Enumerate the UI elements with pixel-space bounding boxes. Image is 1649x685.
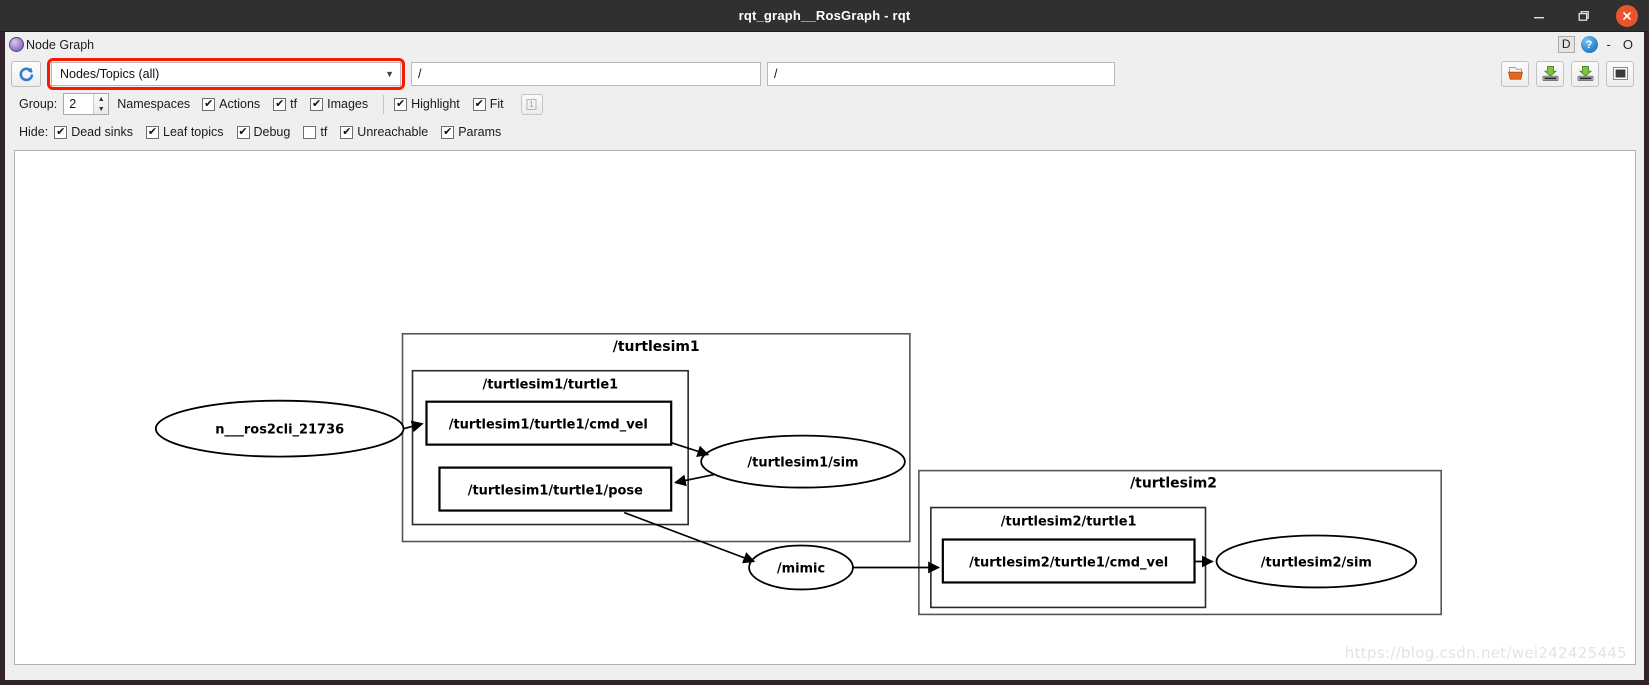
graph-mode-combobox[interactable]: Nodes/Topics (all) ▼ xyxy=(51,61,401,86)
cluster-turtlesim1-turtle1-label: /turtlesim1/turtle1 xyxy=(482,378,618,393)
checkbox-leaf-topics-box[interactable] xyxy=(146,125,160,139)
window-title: rqt_graph__RosGraph - rqt xyxy=(738,8,911,23)
hide-label: Hide: xyxy=(19,125,49,139)
checkbox-params[interactable]: Params xyxy=(441,125,501,139)
edge-sim1-to-pose1 xyxy=(674,473,715,487)
topic-filter-input[interactable]: / xyxy=(411,61,761,86)
toolbar-row-hide: Hide: Dead sinks Leaf topics Debug tf Un… xyxy=(11,118,1638,146)
checkbox-highlight[interactable]: Highlight xyxy=(394,97,460,111)
zoom-one-to-one-icon: 1 xyxy=(526,98,537,110)
zoom-one-to-one-button[interactable]: 1 xyxy=(520,93,543,115)
dock-float-button[interactable]: O xyxy=(1620,37,1636,52)
topic-turtlesim1-cmd-vel-label: /turtlesim1/turtle1/cmd_vel xyxy=(449,418,648,433)
topic-turtlesim1-pose-label: /turtlesim1/turtle1/pose xyxy=(468,484,643,499)
checkbox-actions[interactable]: Actions xyxy=(202,97,260,111)
toolbar-row-filters: Nodes/Topics (all) ▼ / / xyxy=(11,57,1638,90)
chevron-down-icon: ▼ xyxy=(385,68,394,79)
checkbox-leaf-topics-label: Leaf topics xyxy=(163,125,224,139)
checkbox-images-box[interactable] xyxy=(310,97,324,111)
fit-in-view-button[interactable] xyxy=(1606,60,1634,87)
checkbox-unreachable[interactable]: Unreachable xyxy=(340,125,428,139)
checkbox-tf-hide[interactable]: tf xyxy=(303,125,327,139)
node-filter-input[interactable]: / xyxy=(767,61,1115,86)
graph-mode-value: Nodes/Topics (all) xyxy=(60,66,160,81)
load-dot-button[interactable] xyxy=(1501,60,1529,87)
checkbox-fit-label: Fit xyxy=(489,97,504,111)
toolbar: Nodes/Topics (all) ▼ / / Group: 2 ▲ ▼ Na… xyxy=(5,57,1644,146)
window-title-bar: rqt_graph__RosGraph - rqt xyxy=(0,0,1649,32)
checkbox-dead-sinks[interactable]: Dead sinks xyxy=(54,125,133,139)
node-turtlesim2-sim-label: /turtlesim2/sim xyxy=(1261,555,1372,570)
node-turtlesim1-sim-label: /turtlesim1/sim xyxy=(747,456,858,471)
watermark-text: https://blog.csdn.net/wei242425445 xyxy=(1344,644,1627,662)
dock-title-label: Node Graph xyxy=(26,37,95,52)
dock-widget-header: Node Graph D ? - O xyxy=(5,32,1644,57)
group-label: Group: xyxy=(19,97,58,111)
ros-graph-svg: /turtlesim1 /turtlesim1/turtle1 /turtles… xyxy=(154,332,1443,616)
svg-text:1: 1 xyxy=(529,100,534,109)
graph-mode-highlight-box: Nodes/Topics (all) ▼ xyxy=(47,57,405,90)
checkbox-actions-label: Actions xyxy=(219,97,261,111)
namespaces-label: Namespaces xyxy=(117,97,191,111)
node-mimic-label: /mimic xyxy=(777,561,825,576)
application-body: Node Graph D ? - O Nodes/Topics (all) ▼ xyxy=(0,32,1649,685)
toolbar-separator xyxy=(383,94,385,114)
checkbox-actions-box[interactable] xyxy=(202,97,216,111)
dock-minimize-button[interactable]: - xyxy=(1604,37,1614,52)
checkbox-unreachable-box[interactable] xyxy=(340,125,354,139)
checkbox-highlight-label: Highlight xyxy=(411,97,460,111)
save-image-button[interactable] xyxy=(1571,60,1599,87)
cluster-turtlesim1-label: /turtlesim1 xyxy=(613,339,700,355)
cluster-turtlesim2-label: /turtlesim2 xyxy=(1130,476,1217,492)
checkbox-debug-box[interactable] xyxy=(236,125,250,139)
checkbox-tf-hide-label: tf xyxy=(320,125,328,139)
help-icon[interactable]: ? xyxy=(1580,36,1598,53)
toolbar-row-group: Group: 2 ▲ ▼ Namespaces Actions tf Image… xyxy=(11,90,1638,118)
group-depth-value: 2 xyxy=(69,97,77,111)
save-dot-button[interactable] xyxy=(1536,60,1564,87)
checkbox-images[interactable]: Images xyxy=(310,97,368,111)
group-depth-stepper[interactable]: 2 ▲ ▼ xyxy=(63,93,110,115)
checkbox-fit-box[interactable] xyxy=(472,97,486,111)
checkbox-debug-label: Debug xyxy=(253,125,291,139)
save-dot-icon xyxy=(1542,66,1558,82)
node-graph-icon xyxy=(9,37,24,52)
checkbox-leaf-topics[interactable]: Leaf topics xyxy=(146,125,224,139)
checkbox-params-box[interactable] xyxy=(441,125,455,139)
checkbox-fit[interactable]: Fit xyxy=(472,97,504,111)
node-ros2cli-label: n___ros2cli_21736 xyxy=(215,423,344,438)
save-image-icon xyxy=(1577,66,1593,82)
checkbox-tf-group[interactable]: tf xyxy=(273,97,297,111)
open-folder-icon xyxy=(1507,67,1523,80)
checkbox-tf-group-box[interactable] xyxy=(273,97,287,111)
stepper-up-icon[interactable]: ▲ xyxy=(94,94,108,104)
dock-d-button[interactable]: D xyxy=(1557,36,1575,53)
window-close-button[interactable] xyxy=(1605,0,1649,32)
graph-canvas[interactable]: /turtlesim1 /turtlesim1/turtle1 /turtles… xyxy=(14,150,1636,665)
close-icon xyxy=(1616,4,1638,27)
cluster-turtlesim2-turtle1-label: /turtlesim2/turtle1 xyxy=(1001,515,1137,530)
refresh-icon xyxy=(19,66,34,81)
refresh-button[interactable] xyxy=(11,60,41,87)
checkbox-tf-hide-box[interactable] xyxy=(303,125,317,139)
checkbox-unreachable-label: Unreachable xyxy=(357,125,429,139)
checkbox-params-label: Params xyxy=(458,125,502,139)
checkbox-tf-group-label: tf xyxy=(290,97,298,111)
topic-turtlesim2-cmd-vel-label: /turtlesim2/turtle1/cmd_vel xyxy=(969,555,1168,570)
window-minimize-button[interactable] xyxy=(1517,0,1561,32)
window-maximize-button[interactable] xyxy=(1561,0,1605,32)
checkbox-images-label: Images xyxy=(327,97,369,111)
checkbox-dead-sinks-label: Dead sinks xyxy=(71,125,134,139)
checkbox-dead-sinks-box[interactable] xyxy=(54,125,68,139)
checkbox-highlight-box[interactable] xyxy=(394,97,408,111)
stepper-down-icon[interactable]: ▼ xyxy=(94,104,108,114)
checkbox-debug[interactable]: Debug xyxy=(236,125,291,139)
fit-view-icon xyxy=(1612,67,1628,80)
edge-pose1-to-mimic xyxy=(623,511,756,564)
edge-cmd-vel1-to-sim1 xyxy=(670,441,710,457)
